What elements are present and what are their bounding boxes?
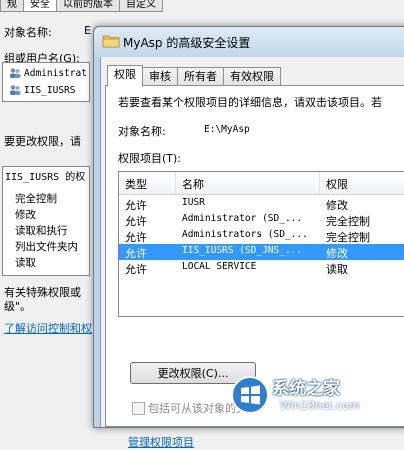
table-row[interactable]: 允许 Administrators (SD_... 完全控制 bbox=[119, 228, 404, 244]
table-header: 类型 名称 权限 bbox=[119, 172, 404, 195]
row-name: Administrator (SD_... bbox=[182, 213, 303, 224]
change-permissions-hint: 要更改权限，请 bbox=[4, 135, 81, 148]
user-group-icon bbox=[10, 68, 21, 78]
permission-entries-table[interactable]: 类型 名称 权限 允许 IUSR 修改 允许 Administrator (SD… bbox=[118, 171, 404, 317]
permission-entries-label: 权限项目(T): bbox=[118, 152, 182, 165]
user-name: IIS_IUSRS bbox=[24, 85, 76, 96]
row-type: 允许 bbox=[125, 215, 147, 228]
dialog-title: MyAsp 的高级安全设置 bbox=[123, 36, 251, 50]
advanced-security-dialog: MyAsp 的高级安全设置 权限 审核 所有者 有效权限 若要查看某个权限项目的… bbox=[93, 26, 404, 449]
user-group-icon bbox=[10, 85, 21, 95]
inherit-checkbox[interactable] bbox=[132, 402, 145, 415]
row-permission: 完全控制 bbox=[326, 231, 370, 244]
folder-icon bbox=[102, 35, 120, 48]
instructions-text: 若要查看某个权限项目的详细信息，请双击该项目。若 bbox=[118, 96, 382, 109]
tab-previous-versions[interactable]: 以前的版本 bbox=[56, 0, 120, 12]
permissions-list: IIS_IUSRS 的权 完全控制 修改 读取和执行 列出文件夹内 读取 bbox=[2, 166, 90, 276]
special-permissions-text-2: 级"。 bbox=[4, 300, 32, 313]
user-row[interactable]: IIS_IUSRS bbox=[9, 83, 75, 96]
table-row-selected[interactable]: 允许 IIS_IUSRS (SD_JNS_... 修改 bbox=[119, 244, 404, 260]
row-permission: 修改 bbox=[326, 247, 348, 260]
table-row[interactable]: 允许 IUSR 修改 bbox=[119, 196, 404, 212]
row-name: Administrators (SD_... bbox=[182, 229, 308, 240]
column-header-name[interactable]: 名称 bbox=[182, 176, 204, 192]
tab-owner[interactable]: 所有者 bbox=[177, 67, 224, 86]
security-tabs: 权限 审核 所有者 有效权限 bbox=[107, 65, 281, 87]
permission-item: 读取 bbox=[15, 257, 36, 269]
permission-item: 完全控制 bbox=[15, 193, 57, 205]
users-list[interactable]: Administrat IIS_IUSRS bbox=[2, 62, 90, 102]
object-name-value: E bbox=[84, 24, 91, 37]
row-type: 允许 bbox=[125, 231, 147, 244]
watermark-title: 系统之家 bbox=[272, 379, 340, 399]
column-header-permission[interactable]: 权限 bbox=[326, 176, 348, 192]
row-permission: 完全控制 bbox=[326, 215, 370, 228]
table-row[interactable]: 允许 LOCAL SERVICE 读取 bbox=[119, 260, 404, 276]
windows-logo-icon bbox=[231, 376, 269, 414]
row-type: 允许 bbox=[125, 199, 147, 212]
row-name: IUSR bbox=[182, 197, 205, 208]
row-permission: 修改 bbox=[326, 199, 348, 212]
manage-permission-entries-link[interactable]: 管理权限项目 bbox=[128, 434, 194, 450]
column-divider[interactable] bbox=[175, 172, 176, 194]
object-name-label: 对象名称: bbox=[4, 26, 52, 39]
tab-general[interactable]: 规 bbox=[0, 0, 24, 12]
permissions-for-label: IIS_IUSRS 的权 bbox=[5, 172, 86, 183]
permission-item: 修改 bbox=[15, 209, 36, 221]
user-row[interactable]: Administrat bbox=[9, 66, 87, 79]
tab-customize[interactable]: 自定义 bbox=[119, 0, 163, 12]
title-bar[interactable]: MyAsp 的高级安全设置 bbox=[94, 27, 404, 57]
tab-security[interactable]: 安全 bbox=[23, 0, 57, 12]
row-name: IIS_IUSRS (SD_JNS_... bbox=[182, 245, 303, 256]
column-header-type[interactable]: 类型 bbox=[125, 176, 147, 192]
access-control-link[interactable]: 了解访问控制和权 bbox=[4, 320, 92, 336]
object-name-label: 对象名称: bbox=[118, 125, 166, 138]
row-type: 允许 bbox=[125, 263, 147, 276]
row-type: 允许 bbox=[125, 247, 147, 260]
object-name-value: E:\MyAsp bbox=[204, 124, 250, 135]
column-divider[interactable] bbox=[319, 172, 320, 194]
row-permission: 读取 bbox=[326, 263, 348, 276]
permission-item: 列出文件夹内 bbox=[15, 241, 78, 253]
properties-tabs: 规 安全 以前的版本 自定义 bbox=[0, 0, 163, 12]
user-name: Administrat bbox=[24, 68, 87, 79]
tab-auditing[interactable]: 审核 bbox=[142, 67, 178, 86]
tab-permissions[interactable]: 权限 bbox=[107, 65, 143, 87]
tab-effective-permissions[interactable]: 有效权限 bbox=[223, 67, 281, 86]
watermark-url: Win10net.com bbox=[280, 399, 360, 412]
permission-item: 读取和执行 bbox=[15, 225, 68, 237]
site-watermark: 系统之家 Win10net.com bbox=[228, 372, 404, 419]
table-row[interactable]: 允许 Administrator (SD_... 完全控制 bbox=[119, 212, 404, 228]
row-name: LOCAL SERVICE bbox=[182, 261, 257, 272]
